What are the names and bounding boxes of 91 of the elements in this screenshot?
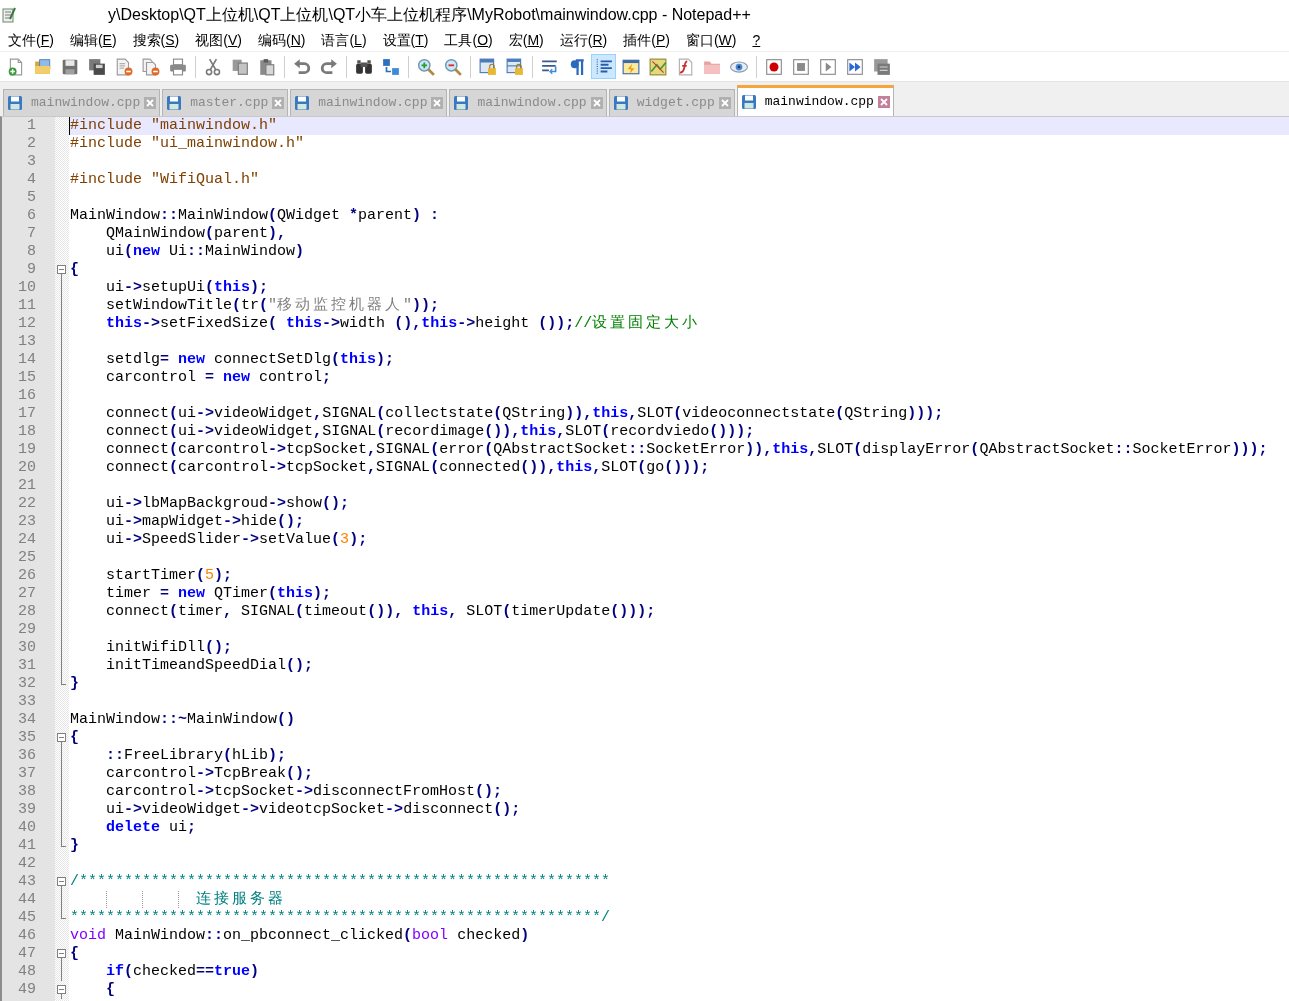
code-line: initWifiDll(); [105,639,233,657]
menu-item[interactable]: 视图(V) [187,30,250,51]
notepad-icon [2,6,16,24]
code-line: #include "WifiQual.h" [69,171,260,189]
menu-item[interactable]: 窗口(W) [677,30,745,51]
code-line: 连接服务器 [69,891,286,909]
code-line: ::FreeLibrary(hLib); [105,747,287,765]
redo-icon [319,57,338,76]
code-line: setWindowTitle(tr("移动监控机器人")); [105,297,440,315]
undo-icon [292,57,311,76]
code-line: #include "ui_mainwindow.h" [69,135,305,153]
close-icon[interactable] [590,97,603,109]
code-line: MainWindow::MainWindow(QWidget *parent) : [69,207,440,225]
code-line: } [69,675,79,693]
close-icon[interactable] [144,97,157,109]
zoom-in-icon [416,57,435,76]
menu-item[interactable]: 文件(F) [0,30,62,51]
zoom-out-icon [443,57,462,76]
code-line: QMainWindow(parent), [105,225,287,243]
code-line: carcontrol->TcpBreak(); [105,765,314,783]
code-line: ui->videoWidget->videotcpSocket->disconnect(); [105,801,521,819]
close-icon[interactable] [877,96,890,108]
code-line: { [69,729,79,747]
code-line: if(checked==true) [105,963,260,981]
code-line: ui(new Ui::MainWindow) [105,243,305,261]
stacked-windows-icon [872,57,891,76]
menu-item[interactable]: ? [744,30,769,51]
code-line: this->setFixedSize( this->width (),this->height ());//设置固定大小 [105,315,701,333]
printer-icon [168,57,187,76]
code-line: connect(ui->videoWidget,SIGNAL(collectstate(QString)),this,SLOT(videoconnectstate(QString))); [105,405,944,423]
collapse-icon[interactable] [57,949,66,958]
collapse-icon[interactable] [57,985,66,994]
play-icon [818,57,837,76]
code-line: ui->setupUi(this); [105,279,269,297]
collapse-icon[interactable] [57,733,66,742]
record-icon [764,57,783,76]
menu-item[interactable]: 运行(R) [551,30,616,51]
file-tab[interactable]: mainwindow.cpp [736,85,894,116]
close-icon[interactable] [718,97,731,109]
menu-item[interactable]: 语言(L) [313,30,375,51]
paste-icon [257,57,276,76]
menu-item[interactable]: 插件(P) [615,30,678,51]
indent-guide-icon [594,57,613,76]
code-line: timer = new QTimer(this); [105,585,332,603]
code-line: { [105,981,115,999]
window-lock-icon [478,57,497,76]
file-minus-icon [114,57,133,76]
menu-item[interactable]: 搜索(S) [124,30,188,51]
code-line: connect(carcontrol->tcpSocket,SIGNAL(connected()),this,SLOT(go())); [105,459,710,477]
floppy-disks-icon [87,57,106,76]
window-lock-icon [505,57,524,76]
files-minus-icon [141,57,160,76]
code-line: connect(carcontrol->tcpSocket,SIGNAL(error(QAbstractSocket::SocketError)),this,SLOT(displayError(QAbstractSocket::SocketError))); [105,441,1268,459]
stop-icon [791,57,810,76]
map-icon [648,57,667,76]
folder-document-icon [33,57,52,76]
binoculars-icon [354,57,373,76]
collapse-icon[interactable] [57,877,66,886]
code-line: ui->mapWidget->hide(); [105,513,305,531]
scissors-icon [203,57,222,76]
code-line: carcontrol->tcpSocket->disconnectFromHost(); [105,783,503,801]
code-line: { [69,261,79,279]
code-line: /*********************************************************** [69,873,611,890]
fast-forward-icon [845,57,864,76]
code-line: MainWindow::~MainWindow() [69,711,296,729]
menu-item[interactable]: 宏(M) [500,30,552,51]
menu-item[interactable]: 设置(T) [374,30,437,51]
code-line: void MainWindow::on_pbconnect_clicked(bool checked) [69,927,530,945]
window-title: y\Desktop\QT上位机\QT上位机\QT小车上位机程序\MyRobot\mainwindow.cpp - Notepad++ [108,4,751,25]
file-plus-icon [6,57,25,76]
menu-item[interactable]: 工具(O) [436,30,501,51]
code-line: { [69,945,79,963]
menu-item[interactable]: 编码(N) [249,30,314,51]
menu-item[interactable]: 编辑(E) [61,30,125,51]
code-line: ***********************************************************/ [69,909,611,927]
lightning-window-icon [621,57,640,76]
code-line: ui->lbMapBackgroud->show(); [105,495,350,513]
code-line: initTimeandSpeedDial(); [105,657,314,675]
collapse-icon[interactable] [57,265,66,274]
code-line: connect(timer, SIGNAL(timeout()), this, SLOT(timerUpdate())); [105,603,656,621]
code-line: ui->SpeedSlider->setValue(3); [105,531,368,549]
code-line: } [69,837,79,855]
code-line: delete ui; [105,819,197,837]
code-line: setdlg= new connectSetDlg(this); [105,351,395,369]
close-icon[interactable] [431,97,444,109]
code-line: startTimer(5); [105,567,233,585]
copy-icon [230,57,249,76]
close-icon[interactable] [272,97,285,109]
code-line: connect(ui->videoWidget,SIGNAL(recordimage()),this,SLOT(recordviedo())); [105,423,755,441]
squares-arrow-icon [381,57,400,76]
code-line: carcontrol = new control; [105,369,332,387]
